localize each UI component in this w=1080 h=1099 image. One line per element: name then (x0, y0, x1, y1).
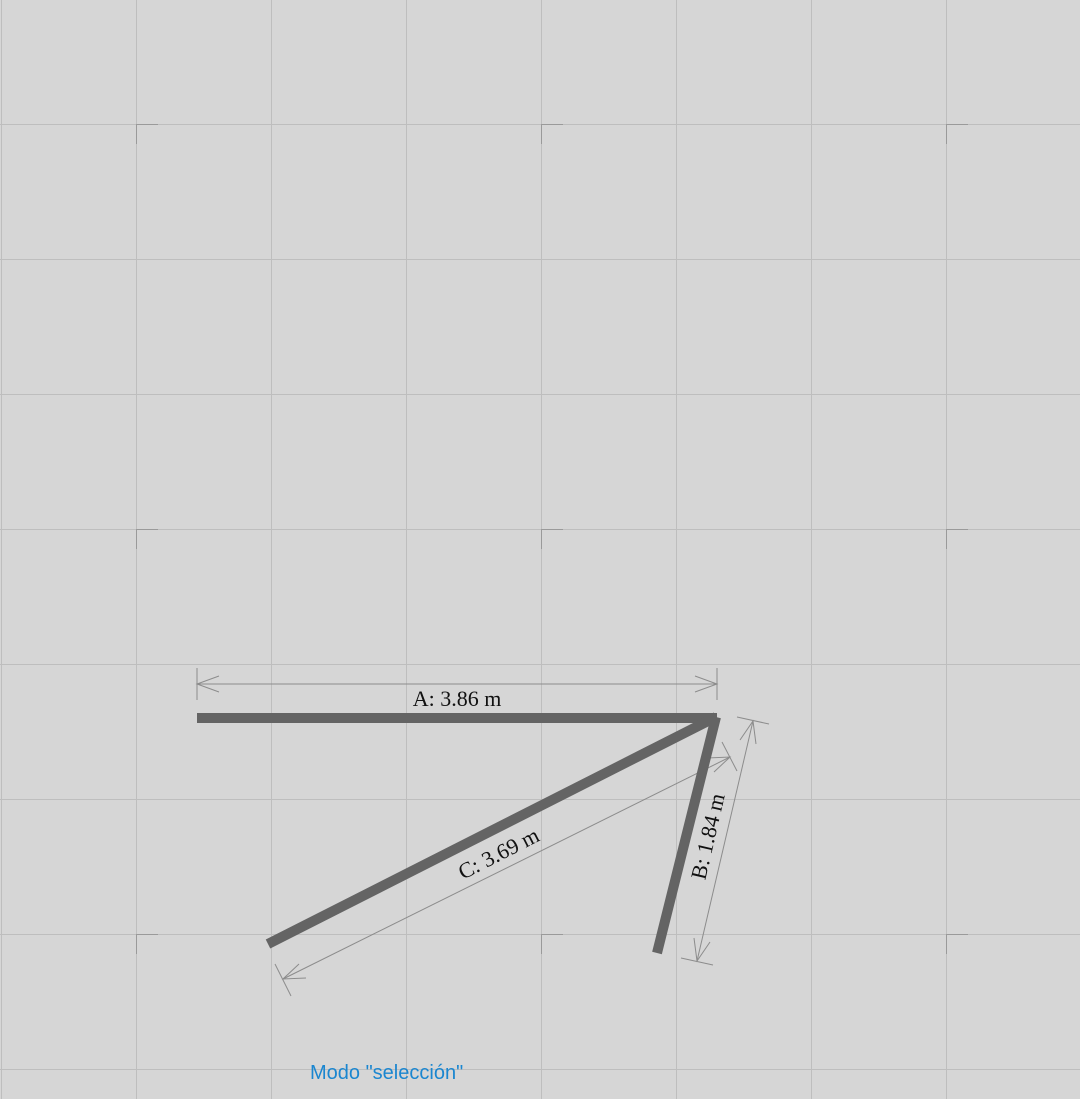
grid-corner-tick (136, 934, 158, 954)
dimension-extension-c-start (721, 741, 738, 772)
dimension-extension-c-end (274, 963, 292, 997)
grid-corner-tick (946, 529, 968, 549)
mode-status-label: Modo "selección" (310, 1062, 464, 1084)
wall-a-length-label: A: 3.86 m (413, 686, 502, 711)
grid-corner-tick (136, 124, 158, 144)
grid-corner-tick (541, 529, 563, 549)
grid-corner-tick (136, 529, 158, 549)
grid-corner-tick (541, 124, 563, 144)
grid-corner-tick (946, 934, 968, 954)
grid-corner-tick (541, 934, 563, 954)
floor-plan-svg[interactable]: A: 3.86 m B: 1.84 m C: 3.69 m (0, 0, 1080, 1099)
wall-c[interactable] (265, 712, 719, 949)
grid (0, 0, 1080, 1099)
dimension-c (274, 741, 738, 997)
floor-plan-canvas[interactable]: A: 3.86 m B: 1.84 m C: 3.69 m Modo "sele… (0, 0, 1080, 1099)
grid-major-ticks (136, 124, 968, 954)
grid-corner-tick (946, 124, 968, 144)
